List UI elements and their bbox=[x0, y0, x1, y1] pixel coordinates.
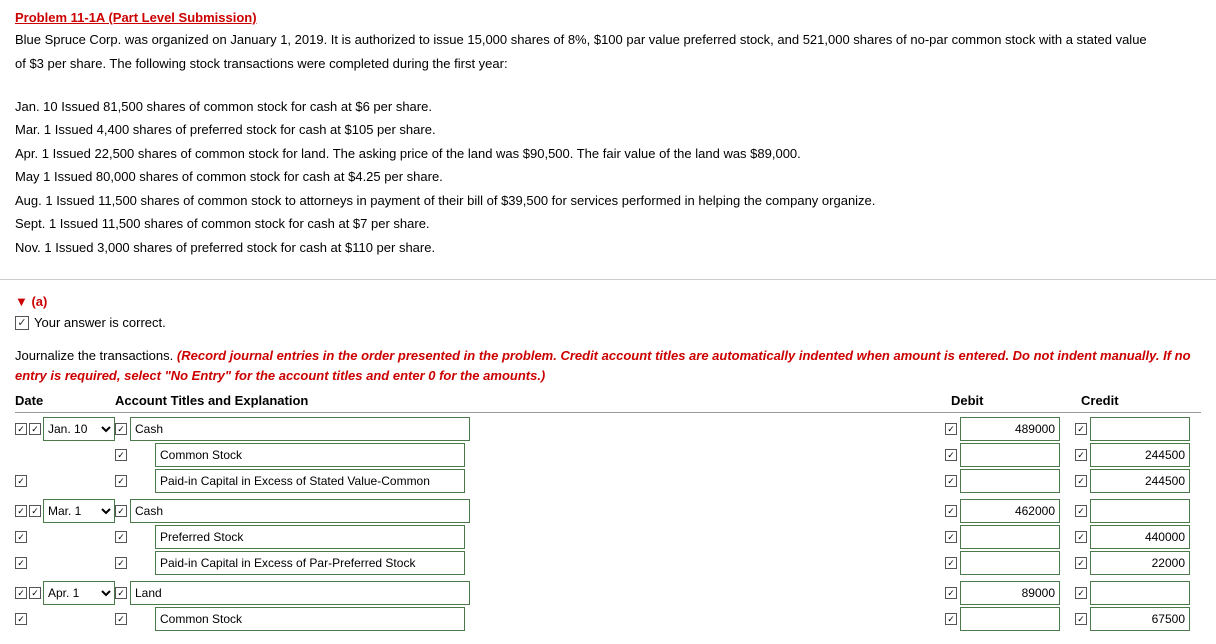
correct-text: Your answer is correct. bbox=[34, 315, 166, 330]
date-check-mar1: ✓ bbox=[15, 505, 27, 517]
account-row-check-mar1-3: ✓ bbox=[115, 557, 127, 569]
credit-check-mar1-3: ✓ bbox=[1075, 557, 1087, 569]
debit-check-mar1-2: ✓ bbox=[945, 531, 957, 543]
debit-check-jan10-1: ✓ bbox=[945, 423, 957, 435]
account-row-check-mar1-2: ✓ bbox=[115, 531, 127, 543]
debit-check-jan10-2: ✓ bbox=[945, 449, 957, 461]
header-credit: Credit bbox=[1071, 393, 1201, 408]
account-row-check-apr1-2: ✓ bbox=[115, 613, 127, 625]
date-check-jan10: ✓ bbox=[15, 423, 27, 435]
debit-input-jan10-cash[interactable] bbox=[960, 417, 1060, 441]
instructions: Journalize the transactions. (Record jou… bbox=[0, 346, 1216, 393]
entry-jan10: ✓ ✓ Jan. 10 ✓ ✓ ✓ ✓ bbox=[15, 417, 1201, 493]
credit-check-jan10-3: ✓ bbox=[1075, 475, 1087, 487]
debit-check-apr1-1: ✓ bbox=[945, 587, 957, 599]
credit-check-jan10-1: ✓ bbox=[1075, 423, 1087, 435]
header-debit: Debit bbox=[941, 393, 1071, 408]
account-check-apr1-1: ✓ bbox=[29, 587, 41, 599]
account-row-check-mar1-1: ✓ bbox=[115, 505, 127, 517]
account-input-jan10-paidin[interactable] bbox=[155, 469, 465, 493]
account-input-jan10-cash[interactable] bbox=[130, 417, 470, 441]
problem-description: Blue Spruce Corp. was organized on Janua… bbox=[0, 30, 1216, 271]
problem-header: Problem 11-1A (Part Level Submission) bbox=[0, 0, 1216, 30]
debit-check-apr1-2: ✓ bbox=[945, 613, 957, 625]
debit-input-mar1-cash[interactable] bbox=[960, 499, 1060, 523]
entry-mar1: ✓ ✓ Mar. 1 ✓ ✓ ✓ ✓ bbox=[15, 499, 1201, 575]
journal-table: Date Account Titles and Explanation Debi… bbox=[15, 393, 1201, 631]
account-row-check-jan10-3: ✓ bbox=[115, 475, 127, 487]
credit-input-apr1-common[interactable] bbox=[1090, 607, 1190, 631]
account-input-jan10-common[interactable] bbox=[155, 443, 465, 467]
header-account: Account Titles and Explanation bbox=[115, 393, 941, 408]
date-select-mar1[interactable]: Mar. 1 bbox=[43, 499, 115, 523]
credit-check-mar1-2: ✓ bbox=[1075, 531, 1087, 543]
credit-check-jan10-2: ✓ bbox=[1075, 449, 1087, 461]
debit-check-mar1-3: ✓ bbox=[945, 557, 957, 569]
debit-input-apr1-common[interactable] bbox=[960, 607, 1060, 631]
account-row-check-jan10-1: ✓ bbox=[115, 423, 127, 435]
date-check-apr1: ✓ bbox=[15, 587, 27, 599]
account-row-check-jan10-2: ✓ bbox=[115, 449, 127, 461]
account-row-check-apr1-1: ✓ bbox=[115, 587, 127, 599]
debit-check-mar1-1: ✓ bbox=[945, 505, 957, 517]
extra-check-jan10: ✓ bbox=[15, 475, 27, 487]
account-input-mar1-preferred[interactable] bbox=[155, 525, 465, 549]
date-select-jan10[interactable]: Jan. 10 bbox=[43, 417, 115, 441]
credit-check-mar1-1: ✓ bbox=[1075, 505, 1087, 517]
debit-input-apr1-land[interactable] bbox=[960, 581, 1060, 605]
credit-input-jan10-cash[interactable] bbox=[1090, 417, 1190, 441]
debit-input-jan10-common[interactable] bbox=[960, 443, 1060, 467]
debit-input-jan10-paidin[interactable] bbox=[960, 469, 1060, 493]
section-a-header: ▼ (a) bbox=[15, 294, 1201, 309]
extra-check-apr1: ✓ bbox=[15, 613, 27, 625]
account-input-mar1-paidin[interactable] bbox=[155, 551, 465, 575]
correct-checkbox: ✓ bbox=[15, 316, 29, 330]
entry-apr1: ✓ ✓ Apr. 1 ✓ ✓ ✓ ✓ bbox=[15, 581, 1201, 631]
credit-check-apr1-1: ✓ bbox=[1075, 587, 1087, 599]
debit-check-jan10-3: ✓ bbox=[945, 475, 957, 487]
account-check-mar1-1: ✓ bbox=[29, 505, 41, 517]
account-input-apr1-land[interactable] bbox=[130, 581, 470, 605]
account-check-jan10-1: ✓ bbox=[29, 423, 41, 435]
credit-input-apr1-land[interactable] bbox=[1090, 581, 1190, 605]
account-input-mar1-cash[interactable] bbox=[130, 499, 470, 523]
credit-input-mar1-preferred[interactable] bbox=[1090, 525, 1190, 549]
credit-input-jan10-common[interactable] bbox=[1090, 443, 1190, 467]
date-select-apr1[interactable]: Apr. 1 bbox=[43, 581, 115, 605]
account-input-apr1-common[interactable] bbox=[155, 607, 465, 631]
credit-input-mar1-cash[interactable] bbox=[1090, 499, 1190, 523]
extra-check-mar1-2: ✓ bbox=[15, 557, 27, 569]
debit-input-mar1-paidin[interactable] bbox=[960, 551, 1060, 575]
debit-input-mar1-preferred[interactable] bbox=[960, 525, 1060, 549]
extra-check-mar1: ✓ bbox=[15, 531, 27, 543]
header-date: Date bbox=[15, 393, 115, 408]
credit-input-jan10-paidin[interactable] bbox=[1090, 469, 1190, 493]
credit-check-apr1-2: ✓ bbox=[1075, 613, 1087, 625]
credit-input-mar1-paidin[interactable] bbox=[1090, 551, 1190, 575]
